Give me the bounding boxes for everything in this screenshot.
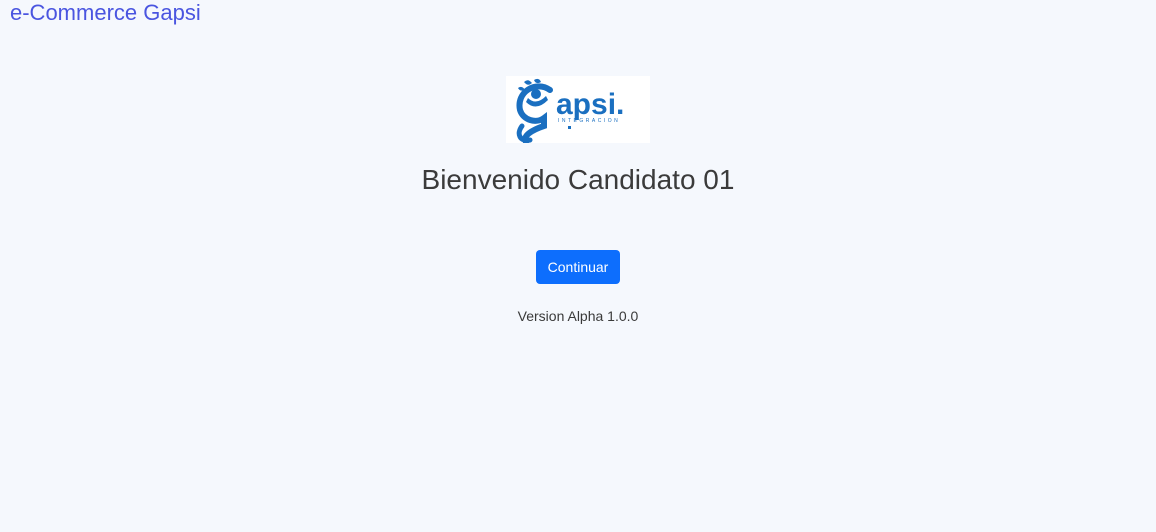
continue-button[interactable]: Continuar xyxy=(535,249,621,284)
logo-subtitle: INTEGRACION xyxy=(558,118,620,124)
gapsi-logo: apsi. INTEGRACION xyxy=(506,76,650,143)
version-label: Version Alpha 1.0.0 xyxy=(517,307,639,324)
gapsi-logo-icon: apsi. INTEGRACION xyxy=(516,78,624,143)
welcome-panel: apsi. INTEGRACION Bienvenido Candidato 0… xyxy=(0,76,1156,325)
page: e-Commerce Gapsi apsi. INTEGRACION Bienv… xyxy=(0,0,1156,532)
welcome-heading: Bienvenido Candidato 01 xyxy=(421,164,735,195)
logo-wordmark: apsi. xyxy=(556,88,624,121)
brand-link[interactable]: e-Commerce Gapsi xyxy=(10,0,201,26)
